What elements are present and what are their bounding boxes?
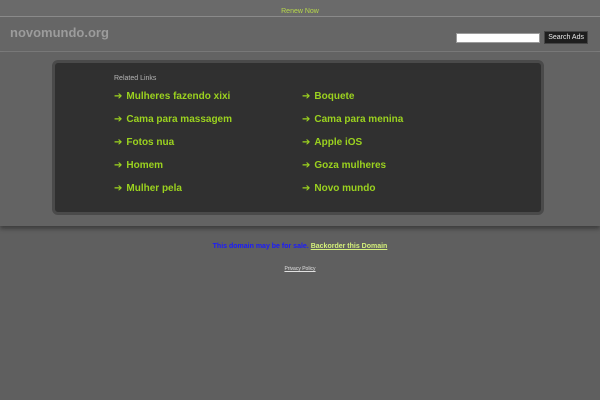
related-link-label: Cama para menina	[314, 114, 404, 125]
search-form: Search Ads	[456, 31, 588, 44]
related-link-label: Goza mulheres	[314, 160, 387, 171]
site-title: novomundo.org	[10, 25, 109, 40]
privacy-policy-link[interactable]: Privacy Policy	[0, 266, 600, 272]
related-link-label: Cama para massagem	[126, 114, 233, 125]
related-link[interactable]: ➔ Mulher pela	[114, 183, 182, 194]
related-links-heading: Related Links	[114, 75, 157, 82]
arrow-right-icon: ➔	[114, 114, 123, 125]
domain-sale-notice: This domain may be for sale. Backorder t…	[0, 243, 600, 250]
related-link-label: Mulher pela	[126, 183, 182, 194]
related-link[interactable]: ➔ Boquete	[302, 91, 354, 102]
backorder-domain-link[interactable]: Backorder this Domain	[311, 243, 388, 250]
related-link[interactable]: ➔ Apple iOS	[302, 137, 362, 148]
arrow-right-icon: ➔	[302, 91, 311, 102]
related-link-label: Novo mundo	[314, 183, 376, 194]
arrow-right-icon: ➔	[114, 183, 123, 194]
related-link-label: Mulheres fazendo xixi	[126, 91, 231, 102]
related-link-label: Boquete	[314, 91, 355, 102]
sale-text: This domain may be for sale.	[212, 243, 309, 250]
renew-now-link[interactable]: Renew Now	[281, 8, 319, 15]
related-link-label: Apple iOS	[314, 137, 363, 148]
related-link[interactable]: ➔ Goza mulheres	[302, 160, 386, 171]
arrow-right-icon: ➔	[114, 91, 123, 102]
arrow-right-icon: ➔	[302, 137, 311, 148]
arrow-right-icon: ➔	[114, 160, 123, 171]
related-link[interactable]: ➔ Cama para massagem	[114, 114, 232, 125]
related-link[interactable]: ➔ Novo mundo	[302, 183, 376, 194]
arrow-right-icon: ➔	[114, 137, 123, 148]
arrow-right-icon: ➔	[302, 160, 311, 171]
related-link[interactable]: ➔ Fotos nua	[114, 137, 174, 148]
related-link-label: Fotos nua	[126, 137, 175, 148]
top-bar: Renew Now	[0, 0, 600, 16]
arrow-right-icon: ➔	[302, 183, 311, 194]
related-link[interactable]: ➔ Cama para menina	[302, 114, 403, 125]
related-link[interactable]: ➔ Homem	[114, 160, 163, 171]
search-input[interactable]	[456, 32, 541, 43]
site-header: novomundo.org Search Ads	[0, 17, 600, 51]
arrow-right-icon: ➔	[302, 114, 311, 125]
related-link-label: Homem	[126, 160, 164, 171]
search-ads-button[interactable]: Search Ads	[544, 31, 588, 44]
related-link[interactable]: ➔ Mulheres fazendo xixi	[114, 91, 230, 102]
